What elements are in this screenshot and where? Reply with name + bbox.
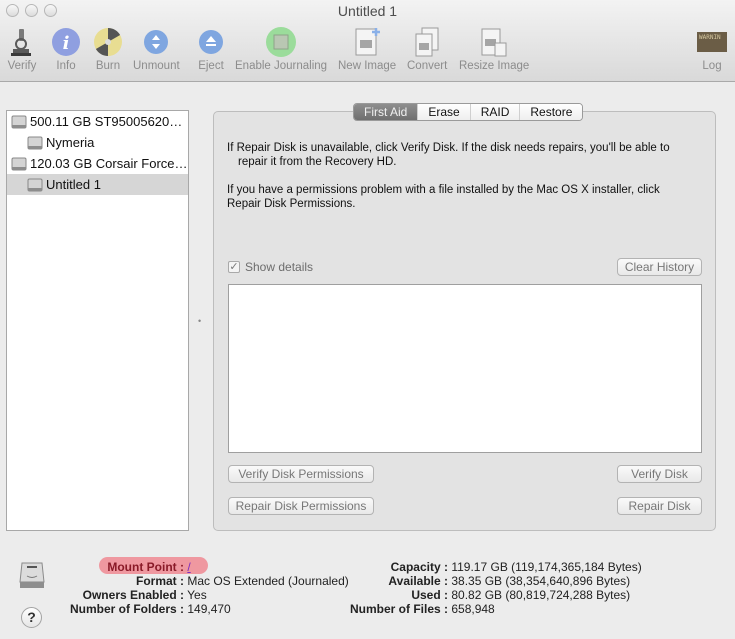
splitter-handle[interactable]: • xyxy=(198,316,201,326)
log-icon: WARNIN xyxy=(696,26,728,58)
unmount-button[interactable]: Unmount xyxy=(133,26,180,73)
info-icon: i xyxy=(50,26,82,58)
tab-first-aid[interactable]: First Aid xyxy=(354,104,419,120)
volume-icon xyxy=(27,178,43,191)
verify-disk-permissions-button[interactable]: Verify Disk Permissions xyxy=(228,465,374,483)
window-title: Untitled 1 xyxy=(337,3,398,19)
resize-image-icon xyxy=(478,26,510,58)
verify-disk-button[interactable]: Verify Disk xyxy=(617,465,702,483)
burn-button[interactable]: Burn xyxy=(92,26,124,73)
toolbar: Verify i Info Burn Unmount Eject Enable … xyxy=(0,26,735,78)
log-button[interactable]: WARNIN Log xyxy=(696,26,728,73)
clear-history-button[interactable]: Clear History xyxy=(617,258,702,276)
repair-disk-permissions-button[interactable]: Repair Disk Permissions xyxy=(228,497,374,515)
tab-erase[interactable]: Erase xyxy=(418,104,471,120)
show-details-checkbox[interactable]: ✓ Show details xyxy=(228,260,313,274)
eject-button[interactable]: Eject xyxy=(195,26,227,73)
disk-item-st9500[interactable]: 500.11 GB ST95005620… xyxy=(7,111,188,132)
owners-enabled-row: Owners Enabled : Yes xyxy=(82,588,207,602)
number-of-files-row: Number of Files : 658,948 xyxy=(349,602,495,616)
capacity-row: Capacity : 119.17 GB (119,174,365,184 By… xyxy=(390,560,642,574)
tab-restore[interactable]: Restore xyxy=(520,104,583,120)
convert-button[interactable]: Convert xyxy=(407,26,447,73)
used-row: Used : 80.82 GB (80,819,724,288 Bytes) xyxy=(411,588,631,602)
details-log-area[interactable] xyxy=(228,284,702,453)
hard-drive-icon xyxy=(11,115,27,128)
tab-raid[interactable]: RAID xyxy=(470,104,521,120)
selected-disk-icon xyxy=(19,562,45,588)
disk-list: 500.11 GB ST95005620… Nymeria 120.03 GB … xyxy=(6,110,189,531)
format-row: Format : Mac OS Extended (Journaled) xyxy=(136,574,349,588)
disk-item-corsair[interactable]: 120.03 GB Corsair Force… xyxy=(7,153,188,174)
repair-disk-button[interactable]: Repair Disk xyxy=(617,497,702,515)
new-image-icon xyxy=(351,26,383,58)
journaling-icon xyxy=(265,26,297,58)
unmount-icon xyxy=(140,26,172,58)
eject-icon xyxy=(195,26,227,58)
permissions-info: If you have a permissions problem with a… xyxy=(227,184,660,210)
repair-disk-info: If Repair Disk is unavailable, click Ver… xyxy=(227,142,670,168)
verify-button[interactable]: Verify xyxy=(6,26,38,73)
tab-bar: First Aid Erase RAID Restore xyxy=(353,103,584,121)
microscope-icon xyxy=(6,26,38,58)
hard-drive-icon xyxy=(11,157,27,170)
checkmark-icon: ✓ xyxy=(228,261,240,273)
convert-icon xyxy=(411,26,443,58)
disk-item-untitled-1[interactable]: Untitled 1 xyxy=(7,174,188,195)
volume-icon xyxy=(27,136,43,149)
window-titlebar: Untitled 1 Verify i Info Burn Unmount Ej… xyxy=(0,0,735,82)
svg-text:i: i xyxy=(63,33,70,54)
available-row: Available : 38.35 GB (38,354,640,896 Byt… xyxy=(388,574,631,588)
info-button[interactable]: i Info xyxy=(50,26,82,73)
burn-icon xyxy=(92,26,124,58)
mount-point-row: Mount Point : / xyxy=(107,560,191,574)
enable-journaling-button[interactable]: Enable Journaling xyxy=(235,26,327,73)
disk-item-nymeria[interactable]: Nymeria xyxy=(7,132,188,153)
help-button[interactable]: ? xyxy=(21,607,42,628)
resize-image-button[interactable]: Resize Image xyxy=(459,26,529,73)
new-image-button[interactable]: New Image xyxy=(338,26,396,73)
number-of-folders-row: Number of Folders : 149,470 xyxy=(69,602,231,616)
